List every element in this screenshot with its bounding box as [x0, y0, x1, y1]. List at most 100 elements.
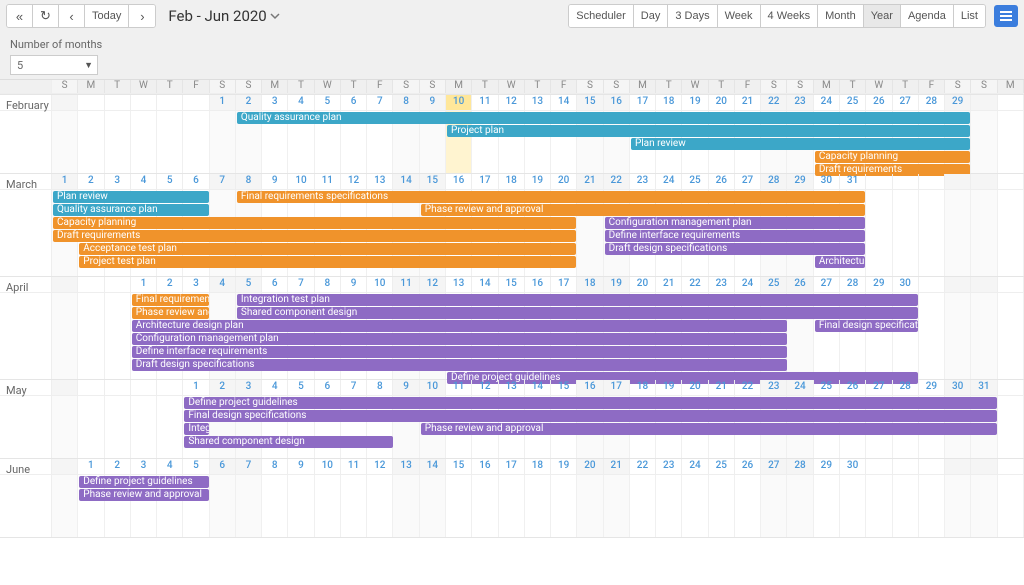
- event-bar[interactable]: Define project guidelines: [184, 397, 996, 409]
- event-bar[interactable]: Shared component design: [184, 436, 392, 448]
- day-cell[interactable]: 1: [210, 95, 236, 110]
- day-cell[interactable]: 9: [420, 95, 446, 110]
- day-cell[interactable]: 16: [446, 174, 472, 189]
- day-cell[interactable]: 26: [735, 459, 761, 474]
- menu-button[interactable]: [994, 5, 1018, 27]
- day-cell[interactable]: 13: [367, 174, 393, 189]
- day-cell[interactable]: 21: [604, 459, 630, 474]
- day-cell[interactable]: 24: [787, 380, 813, 395]
- day-cell[interactable]: 5: [157, 174, 183, 189]
- day-cell[interactable]: 27: [814, 277, 840, 292]
- event-bar[interactable]: Quality assurance plan: [53, 204, 209, 216]
- day-cell[interactable]: 27: [735, 174, 761, 189]
- day-cell[interactable]: 8: [367, 380, 393, 395]
- day-cell[interactable]: 14: [472, 277, 498, 292]
- day-cell[interactable]: 30: [840, 459, 866, 474]
- day-cell[interactable]: 10: [315, 459, 341, 474]
- day-cell[interactable]: 1: [183, 380, 209, 395]
- nav-first-button[interactable]: «: [7, 5, 33, 27]
- event-bar[interactable]: Final requirements specifications: [237, 191, 865, 203]
- day-cell[interactable]: 22: [682, 277, 708, 292]
- day-cell[interactable]: 19: [656, 380, 682, 395]
- day-cell[interactable]: 20: [709, 95, 735, 110]
- day-cell[interactable]: 25: [761, 277, 787, 292]
- day-cell[interactable]: 31: [840, 174, 866, 189]
- event-bar[interactable]: Phase review and approval: [421, 204, 866, 216]
- day-cell[interactable]: 22: [604, 174, 630, 189]
- day-cell[interactable]: 30: [893, 277, 919, 292]
- nav-next-button[interactable]: ›: [129, 5, 155, 27]
- day-cell[interactable]: 18: [525, 459, 551, 474]
- day-cell[interactable]: 21: [735, 95, 761, 110]
- day-cell[interactable]: 17: [630, 95, 656, 110]
- day-cell[interactable]: 10: [446, 95, 472, 110]
- event-bar[interactable]: Draft requirements: [53, 230, 576, 242]
- day-cell[interactable]: 29: [919, 380, 945, 395]
- event-bar[interactable]: Shared component design: [237, 307, 918, 319]
- day-cell[interactable]: 23: [787, 95, 813, 110]
- day-cell[interactable]: 2: [78, 174, 104, 189]
- view-button-3-days[interactable]: 3 Days: [668, 5, 717, 27]
- day-cell[interactable]: 22: [630, 459, 656, 474]
- day-cell[interactable]: 5: [236, 277, 262, 292]
- day-cell[interactable]: 17: [551, 277, 577, 292]
- event-bar[interactable]: Project plan: [447, 125, 970, 137]
- day-cell[interactable]: 11: [446, 380, 472, 395]
- day-cell[interactable]: 30: [814, 174, 840, 189]
- day-cell[interactable]: 15: [577, 95, 603, 110]
- day-cell[interactable]: 1: [52, 174, 78, 189]
- event-bar[interactable]: Capacity planning: [53, 217, 576, 229]
- day-cell[interactable]: 6: [315, 380, 341, 395]
- day-cell[interactable]: 15: [446, 459, 472, 474]
- day-cell[interactable]: 4: [262, 380, 288, 395]
- day-cell[interactable]: 2: [105, 459, 131, 474]
- day-cell[interactable]: 11: [472, 95, 498, 110]
- event-bar[interactable]: Architecture: [815, 256, 866, 268]
- day-cell[interactable]: 15: [551, 380, 577, 395]
- day-cell[interactable]: 24: [735, 277, 761, 292]
- day-cell[interactable]: 28: [893, 380, 919, 395]
- day-cell[interactable]: 16: [472, 459, 498, 474]
- view-button-year[interactable]: Year: [864, 5, 901, 27]
- day-cell[interactable]: 6: [341, 95, 367, 110]
- day-cell[interactable]: 8: [393, 95, 419, 110]
- event-bar[interactable]: Final design specifications: [815, 320, 918, 332]
- day-cell[interactable]: 19: [551, 459, 577, 474]
- day-cell[interactable]: 26: [840, 380, 866, 395]
- event-bar[interactable]: Capacity planning: [815, 151, 971, 163]
- today-button[interactable]: Today: [85, 5, 129, 27]
- day-cell[interactable]: 18: [577, 277, 603, 292]
- day-cell[interactable]: 29: [787, 174, 813, 189]
- day-cell[interactable]: 4: [210, 277, 236, 292]
- day-cell[interactable]: 12: [472, 380, 498, 395]
- day-cell[interactable]: 6: [210, 459, 236, 474]
- event-bar[interactable]: Architecture design plan: [132, 320, 787, 332]
- event-bar[interactable]: Final design specifications: [184, 410, 996, 422]
- day-cell[interactable]: 22: [761, 95, 787, 110]
- day-cell[interactable]: 27: [761, 459, 787, 474]
- view-button-month[interactable]: Month: [818, 5, 864, 27]
- event-bar[interactable]: Configuration management plan: [605, 217, 866, 229]
- day-cell[interactable]: 2: [157, 277, 183, 292]
- day-cell[interactable]: 9: [341, 277, 367, 292]
- day-cell[interactable]: 8: [236, 174, 262, 189]
- view-button-4-weeks[interactable]: 4 Weeks: [761, 5, 819, 27]
- day-cell[interactable]: 19: [682, 95, 708, 110]
- day-cell[interactable]: 7: [367, 95, 393, 110]
- day-cell[interactable]: 17: [499, 459, 525, 474]
- day-cell[interactable]: 7: [236, 459, 262, 474]
- day-cell[interactable]: 5: [183, 459, 209, 474]
- day-cell[interactable]: 23: [761, 380, 787, 395]
- day-cell[interactable]: 25: [840, 95, 866, 110]
- day-cell[interactable]: 23: [709, 277, 735, 292]
- event-bar[interactable]: Define project guidelines: [79, 476, 208, 488]
- event-bar[interactable]: Plan review: [53, 191, 209, 203]
- day-cell[interactable]: 12: [499, 95, 525, 110]
- day-cell[interactable]: 25: [814, 380, 840, 395]
- day-cell[interactable]: 7: [341, 380, 367, 395]
- day-cell[interactable]: 13: [393, 459, 419, 474]
- day-cell[interactable]: 28: [787, 459, 813, 474]
- day-cell[interactable]: 31: [971, 380, 997, 395]
- day-cell[interactable]: 17: [604, 380, 630, 395]
- day-cell[interactable]: 3: [183, 277, 209, 292]
